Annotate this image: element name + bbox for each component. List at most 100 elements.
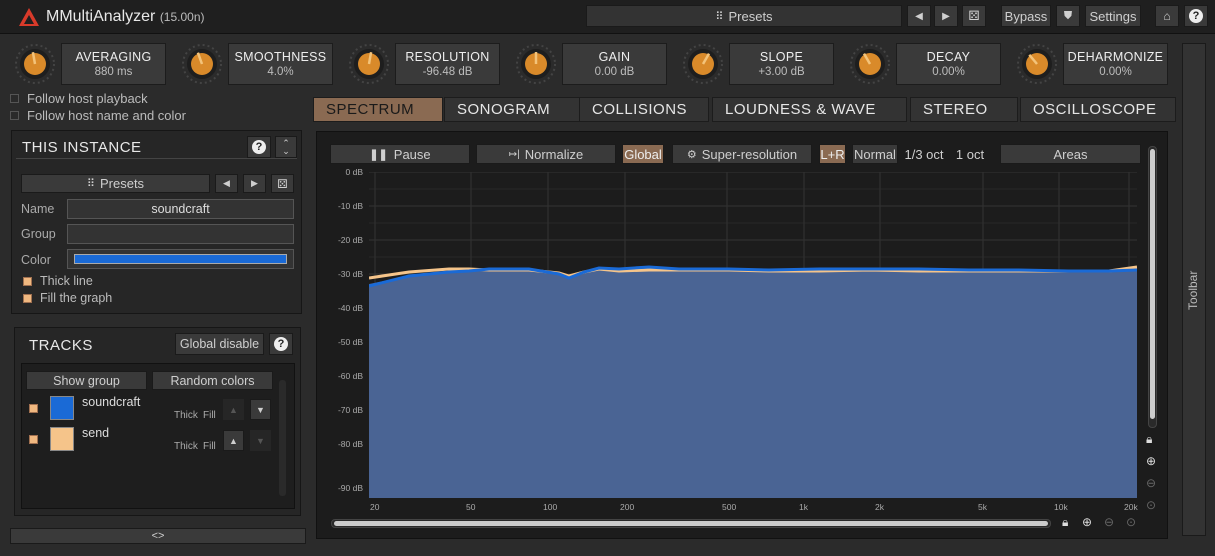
normalize-button[interactable]: ↦| Normalize [476,144,616,164]
horizontal-scroll-thumb[interactable] [334,521,1048,526]
instance-presets-button[interactable]: ⠿ Presets [21,174,210,193]
resolution-display: RESOLUTION -96.48 dB [395,43,500,85]
collapse-panel-button[interactable]: <> [10,528,306,544]
tab-stereo[interactable]: STEREO [910,97,1018,122]
tracks-help-button[interactable]: ? [269,333,293,355]
resolution-knob[interactable] [348,43,390,85]
global-button[interactable]: Global [622,144,664,164]
name-label: Name [21,202,55,216]
super-resolution-button[interactable]: ⚙ Super-resolution [672,144,812,164]
normalize-label: Normalize [524,146,584,162]
bypass-button[interactable]: Bypass [1001,5,1051,27]
tab-oscilloscope[interactable]: OSCILLOSCOPE [1020,97,1176,122]
thick-line-checkbox[interactable] [23,276,32,286]
super-resolution-label: Super-resolution [701,146,798,162]
pause-button[interactable]: ❚❚ Pause [330,144,470,164]
tracks-scrollbar[interactable] [279,380,286,496]
track-move-up-button[interactable]: ▲ [223,430,244,451]
fill-graph-checkbox[interactable] [23,293,32,303]
follow-name-option[interactable]: Follow host name and color [10,108,186,123]
fill-graph-option[interactable]: Fill the graph [23,291,112,305]
presets-button[interactable]: ⠿ Presets [586,5,902,27]
instance-random-button[interactable]: ⚄ [271,174,294,193]
gain-display: GAIN 0.00 dB [562,43,667,85]
decay-knob[interactable] [849,43,891,85]
octave-button[interactable]: 1 oct [950,144,990,164]
normal-button[interactable]: Normal [852,144,898,164]
track-thick-label[interactable]: Thick [174,410,198,421]
home-button[interactable]: ⌂ [1155,5,1179,27]
gain-knob[interactable] [515,43,557,85]
track-color-swatch[interactable] [50,427,74,451]
toolbar-label: Toolbar [1186,270,1200,310]
lr-button[interactable]: L+R [819,144,846,164]
instance-next-button[interactable]: ▶ [243,174,266,193]
tab-sonogram[interactable]: SONOGRAM [444,97,584,122]
zoom-in-horizontal-icon[interactable]: ⊕ [1082,515,1092,529]
track-name[interactable]: send [82,426,109,440]
color-field[interactable] [67,249,294,269]
random-preset-button[interactable]: ⚄ [962,5,986,27]
track-move-down-button[interactable]: ▼ [250,399,271,420]
zoom-reset-vertical-icon[interactable]: ⊙ [1146,498,1156,512]
help-button[interactable]: ? [1184,5,1208,27]
areas-button[interactable]: Areas [1000,144,1141,164]
lock-vertical-icon[interactable]: 🔒︎ [1146,432,1152,447]
triangle-down-icon: ▼ [256,435,265,446]
instance-help-button[interactable]: ? [247,136,271,158]
pause-label: Pause [393,146,431,162]
follow-playback-option[interactable]: Follow host playback [10,91,148,106]
knob-value: 0.00% [1099,66,1132,78]
app-version: (15.00n) [159,10,205,24]
follow-name-checkbox[interactable] [10,111,19,120]
track-enable-checkbox[interactable] [29,404,38,413]
random-colors-button[interactable]: Random colors [152,371,273,390]
global-disable-button[interactable]: Global disable [175,333,264,355]
name-field[interactable]: soundcraft [67,199,294,219]
group-field[interactable] [67,224,294,244]
vertical-scroll-thumb[interactable] [1150,149,1155,419]
track-thick-label[interactable]: Thick [174,441,198,452]
follow-playback-checkbox[interactable] [10,94,19,103]
tab-spectrum[interactable]: SPECTRUM [313,97,443,122]
track-name[interactable]: soundcraft [82,395,140,409]
panic-button[interactable]: ⛊ [1056,5,1080,27]
x-axis-label: 5k [978,502,987,512]
help-icon: ? [252,140,266,154]
track-move-up-button[interactable]: ▲ [223,399,244,420]
track-color-swatch[interactable] [50,396,74,420]
vertical-scrollbar[interactable] [1148,146,1157,428]
smoothness-knob[interactable] [181,43,223,85]
track-enable-checkbox[interactable] [29,435,38,444]
thick-line-option[interactable]: Thick line [23,274,93,288]
next-preset-button[interactable]: ▶ [934,5,958,27]
knob-value: +3.00 dB [758,66,805,78]
track-fill-label[interactable]: Fill [203,410,216,421]
tab-loudness-wave[interactable]: LOUDNESS & WAVE [712,97,907,122]
slope-knob[interactable] [682,43,724,85]
triangle-up-icon: ▲ [229,435,238,446]
settings-button[interactable]: Settings [1085,5,1141,27]
instance-collapse-button[interactable]: ⌃ ⌄ [275,136,297,158]
zoom-reset-horizontal-icon[interactable]: ⊙ [1126,515,1136,529]
track-fill-label[interactable]: Fill [203,441,216,452]
zoom-out-horizontal-icon[interactable]: ⊖ [1104,515,1114,529]
third-octave-button[interactable]: 1/3 oct [900,144,948,164]
spectrum-plot[interactable] [369,172,1137,498]
deharmonize-knob[interactable] [1016,43,1058,85]
y-axis-label: -80 dB [337,439,363,449]
octave-label: 1 oct [955,146,985,162]
horizontal-scrollbar[interactable] [331,519,1051,528]
track-move-down-button[interactable]: ▼ [250,430,271,451]
knob-value: 880 ms [94,66,133,78]
home-icon: ⌂ [1163,9,1171,23]
show-group-button[interactable]: Show group [26,371,147,390]
instance-prev-button[interactable]: ◀ [215,174,238,193]
lock-horizontal-icon[interactable]: 🔒︎ [1062,515,1068,530]
show-group-label: Show group [53,373,120,388]
tab-collisions[interactable]: COLLISIONS [579,97,709,122]
zoom-in-vertical-icon[interactable]: ⊕ [1146,454,1156,468]
averaging-knob[interactable] [14,43,56,85]
zoom-out-vertical-icon[interactable]: ⊖ [1146,476,1156,490]
prev-preset-button[interactable]: ◀ [907,5,931,27]
